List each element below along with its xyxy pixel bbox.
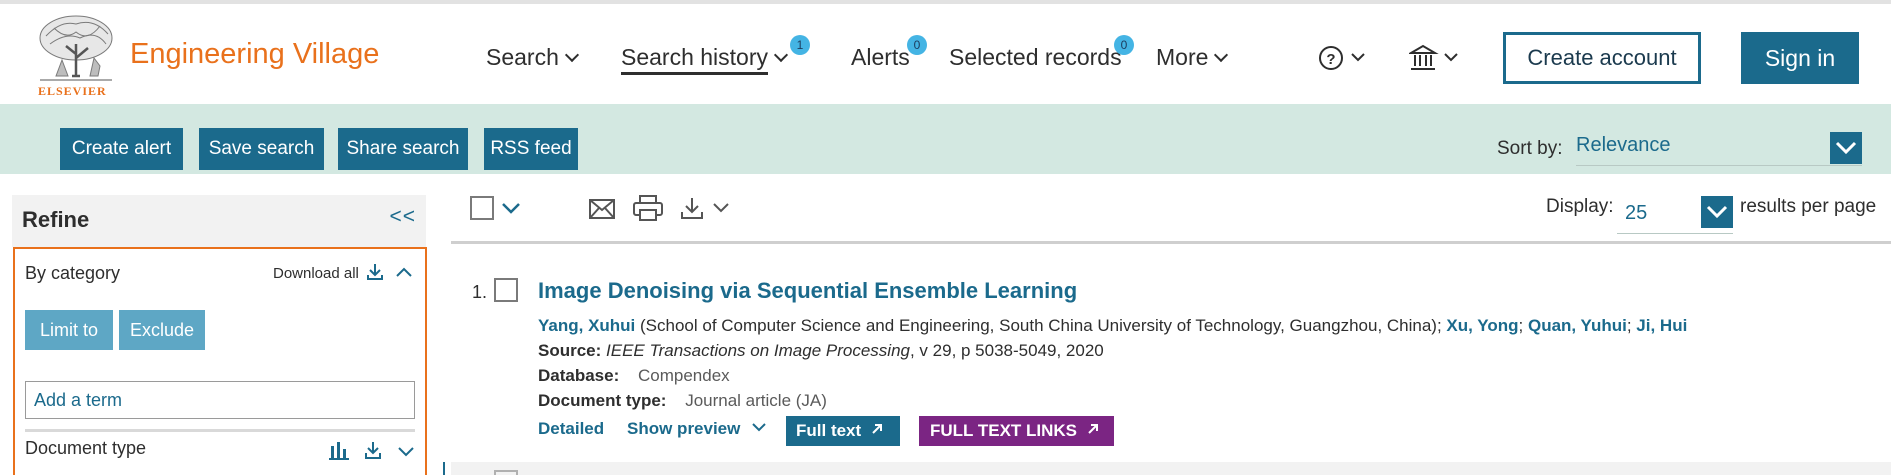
nav-alerts[interactable]: Alerts bbox=[851, 44, 910, 71]
document-type-label: Document type: bbox=[538, 391, 667, 410]
next-result-row bbox=[451, 462, 1891, 475]
sort-by-label: Sort by: bbox=[1497, 138, 1563, 159]
result-title-link[interactable]: Image Denoising via Sequential Ensemble … bbox=[538, 278, 1077, 304]
print-icon[interactable] bbox=[632, 194, 664, 222]
database-label: Database: bbox=[538, 366, 620, 385]
help-menu[interactable]: ? bbox=[1318, 44, 1378, 79]
question-circle-icon: ? bbox=[1319, 46, 1365, 70]
result-select-checkbox[interactable] bbox=[494, 470, 518, 475]
nav-selected-records-label: Selected records bbox=[949, 44, 1122, 70]
author-link[interactable]: Xu, Yong bbox=[1446, 316, 1518, 335]
panel-separator bbox=[443, 462, 445, 475]
full-text-button[interactable]: Full text bbox=[786, 416, 900, 446]
show-preview-label: Show preview bbox=[627, 419, 741, 438]
email-icon[interactable] bbox=[588, 198, 616, 220]
nav-search-history[interactable]: Search history bbox=[621, 44, 789, 75]
create-account-button[interactable]: Create account bbox=[1503, 32, 1701, 84]
chevron-down-icon bbox=[564, 47, 579, 63]
chevron-up-icon bbox=[396, 267, 412, 277]
institution-menu[interactable] bbox=[1407, 44, 1469, 79]
results-divider bbox=[451, 241, 1891, 244]
document-type-value: Journal article (JA) bbox=[685, 391, 827, 410]
refine-title: Refine bbox=[22, 207, 90, 232]
source-label: Source: bbox=[538, 341, 602, 360]
author-link[interactable]: Quan, Yuhui bbox=[1528, 316, 1627, 335]
by-category-label: By category bbox=[25, 263, 121, 283]
result-database: Database: Compendex bbox=[538, 366, 730, 386]
chevron-down-icon[interactable] bbox=[398, 447, 414, 457]
brand-name[interactable]: Engineering Village bbox=[130, 38, 379, 71]
nav-more-label: More bbox=[1156, 44, 1209, 70]
svg-text:?: ? bbox=[1326, 51, 1335, 68]
result-authors: Yang, Xuhui (School of Computer Science … bbox=[538, 316, 1688, 335]
download-icon bbox=[681, 198, 703, 219]
chevron-down-icon bbox=[1830, 132, 1862, 164]
sort-by-select[interactable]: Relevance bbox=[1576, 132, 1862, 166]
search-history-count-badge: 1 bbox=[790, 35, 810, 55]
search-actions-bar: Create alert Save search Share search RS… bbox=[0, 104, 1891, 174]
detailed-link[interactable]: Detailed bbox=[538, 419, 604, 439]
nav-search-history-label: Search history bbox=[621, 44, 769, 75]
download-icon bbox=[367, 264, 384, 280]
select-all-checkbox[interactable] bbox=[470, 196, 494, 220]
nav-more[interactable]: More bbox=[1156, 44, 1229, 71]
full-text-links-label: FULL TEXT LINKS bbox=[930, 421, 1078, 440]
results-per-page-label: results per page bbox=[1740, 196, 1877, 217]
chevron-down-icon bbox=[773, 47, 789, 63]
source-journal: IEEE Transactions on Image Processing bbox=[606, 341, 910, 360]
download-menu[interactable] bbox=[680, 196, 736, 222]
alerts-count-badge: 0 bbox=[907, 35, 927, 55]
result-source: Source: IEEE Transactions on Image Proce… bbox=[538, 341, 1104, 361]
document-type-label: Document type bbox=[25, 438, 147, 458]
chevron-down-icon bbox=[752, 423, 766, 432]
full-text-links-button[interactable]: FULL TEXT LINKS bbox=[919, 416, 1114, 446]
site-header: ELSEVIER Engineering Village Search Sear… bbox=[0, 4, 1891, 104]
nav-search[interactable]: Search bbox=[486, 44, 579, 71]
chevron-down-icon bbox=[1701, 196, 1733, 228]
result-number: 1. bbox=[472, 282, 488, 302]
result-document-type: Document type: Journal article (JA) bbox=[538, 391, 827, 411]
share-search-button[interactable]: Share search bbox=[338, 128, 468, 170]
full-text-label: Full text bbox=[796, 421, 862, 440]
author-affiliation: (School of Computer Science and Engineer… bbox=[635, 316, 1447, 335]
show-preview-link[interactable]: Show preview bbox=[627, 419, 767, 439]
sort-by-value: Relevance bbox=[1576, 134, 1671, 156]
results-per-page-value: 25 bbox=[1625, 202, 1648, 224]
download-all-button[interactable]: Download all bbox=[273, 263, 421, 282]
refine-panel-header: Refine << bbox=[12, 195, 426, 247]
create-alert-button[interactable]: Create alert bbox=[60, 128, 183, 170]
limit-to-button[interactable]: Limit to bbox=[25, 310, 113, 350]
sign-in-button[interactable]: Sign in bbox=[1741, 32, 1859, 84]
database-value: Compendex bbox=[638, 366, 730, 385]
results-per-page-select[interactable]: 25 bbox=[1617, 196, 1733, 234]
nav-selected-records[interactable]: Selected records bbox=[949, 44, 1122, 71]
author-link[interactable]: Yang, Xuhui bbox=[538, 316, 635, 335]
refine-by-category: By category Download all Limit to Exclud… bbox=[13, 247, 427, 475]
chevron-down-icon[interactable] bbox=[500, 200, 522, 216]
rss-feed-button[interactable]: RSS feed bbox=[484, 128, 578, 170]
external-link-icon bbox=[872, 424, 882, 434]
external-link-icon bbox=[1088, 424, 1098, 434]
nav-search-label: Search bbox=[486, 44, 559, 70]
divider bbox=[25, 429, 415, 432]
bar-chart-icon[interactable] bbox=[329, 442, 349, 460]
source-details: , v 29, p 5038-5049, 2020 bbox=[909, 341, 1104, 360]
collapse-refine-button[interactable]: << bbox=[389, 205, 416, 229]
nav-alerts-label: Alerts bbox=[851, 44, 910, 70]
download-all-label: Download all bbox=[273, 265, 359, 282]
institution-icon bbox=[1407, 44, 1458, 70]
display-label: Display: bbox=[1546, 196, 1614, 217]
add-term-input[interactable] bbox=[25, 381, 415, 419]
chevron-down-icon bbox=[1214, 47, 1229, 63]
save-search-button[interactable]: Save search bbox=[199, 128, 324, 170]
download-icon[interactable] bbox=[365, 442, 381, 459]
elsevier-wordmark: ELSEVIER bbox=[38, 84, 107, 98]
author-link[interactable]: Ji, Hui bbox=[1636, 316, 1687, 335]
result-select-checkbox[interactable] bbox=[494, 278, 518, 302]
chevron-down-icon bbox=[713, 203, 729, 213]
exclude-button[interactable]: Exclude bbox=[119, 310, 205, 350]
selected-records-count-badge: 0 bbox=[1114, 35, 1134, 55]
